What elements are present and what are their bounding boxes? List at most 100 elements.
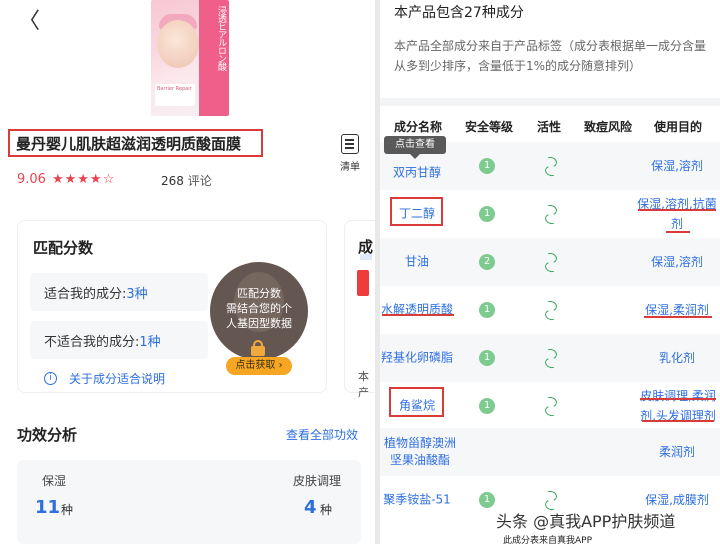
header-safety: 安全等级 — [465, 120, 514, 134]
effect-analysis-title: 功效分析 — [17, 424, 103, 445]
lock-body — [251, 346, 265, 356]
next-card-highlight — [360, 254, 372, 260]
safety-badge: 2 — [479, 254, 495, 270]
annotation-underline — [666, 231, 690, 233]
about-suitability-link[interactable]: i 关于成分适合说明 — [44, 370, 165, 387]
suitable-label: 适合我的成分: — [44, 286, 127, 302]
annotation-underline — [640, 398, 716, 400]
table-row[interactable]: 甘油 2 保湿,溶剂 — [380, 238, 720, 286]
suitable-ingredients-row[interactable]: 适合我的成分: 3种 — [30, 273, 208, 311]
product-image-band-text: 浸透ヒアルロン酸 — [216, 6, 226, 70]
review-count-number: 268 — [161, 174, 184, 188]
annotation-underline — [642, 420, 714, 422]
dna-shape — [543, 205, 557, 223]
product-image-baby — [157, 20, 199, 68]
product-name: 曼丹婴儿肌肤超滋润透明质酸面膜 — [16, 134, 242, 153]
effect-title-text: 功效分析 — [17, 426, 78, 444]
rating-score: 9.06 — [17, 172, 46, 187]
view-all-effects-link[interactable]: 查看全部功效 — [286, 426, 358, 443]
header-purpose: 使用目的 — [654, 120, 703, 134]
dna-shape — [543, 397, 557, 415]
annotation-underline — [638, 209, 716, 211]
annotation-underline — [644, 316, 712, 318]
annotation-box — [389, 387, 444, 417]
safety-badge: 1 — [479, 206, 495, 222]
tooltip: 点击查看 — [384, 136, 446, 159]
product-image-label: Barrier Repair — [155, 84, 195, 106]
ingredient-purpose: 保湿,溶剂 — [651, 159, 703, 173]
match-score-title-text: 匹配分数 — [33, 239, 94, 257]
info-icon: i — [44, 372, 57, 385]
dna-shape — [543, 491, 557, 509]
overlay-line-3: 人基因型数据 — [226, 317, 292, 330]
ingredient-purpose: 柔润剂 — [658, 445, 695, 459]
header-name: 成分名称 — [394, 120, 443, 134]
safety-badge: 1 — [479, 302, 495, 318]
ingredient-name[interactable]: 羟基化卵磷脂 — [380, 350, 454, 367]
list-icon — [341, 134, 359, 154]
dna-icon — [543, 205, 557, 223]
ingredient-name[interactable]: 植物甾醇澳洲坚果油酸酯 — [380, 435, 460, 469]
caption: 此成分表来自真我APP — [503, 536, 593, 544]
effect-unit: 种 — [320, 503, 333, 517]
ingredients-title-text: 本产品包含27种成分 — [394, 5, 524, 21]
product-name-highlight: 曼丹婴儿肌肤超滋润透明质酸面膜 — [8, 129, 263, 157]
dna-shape — [543, 349, 557, 367]
review-count[interactable]: 268 评论 — [161, 172, 212, 189]
annotation-underline — [382, 314, 454, 316]
product-image: 浸透ヒアルロン酸 Barrier Repair — [151, 0, 229, 116]
ingredients-title: 本产品包含27种成分 — [394, 2, 526, 22]
ingredient-name[interactable]: 聚季铵盐-51 — [380, 492, 454, 509]
ingredient-purpose: 保湿,成膜剂 — [645, 493, 709, 507]
dna-icon — [543, 397, 557, 415]
next-card-sub: 本产 — [358, 370, 369, 399]
effect-value: 4 — [304, 497, 317, 518]
dna-icon — [543, 349, 557, 367]
about-suitability-text: 关于成分适合说明 — [69, 372, 166, 386]
unlock-button[interactable]: 点击获取 › — [226, 357, 292, 375]
product-detail-panel: 〈 浸透ヒアルロン酸 Barrier Repair 曼丹婴儿肌肤超滋润透明质酸面… — [0, 0, 375, 544]
header-active: 活性 — [537, 120, 562, 134]
rating-stars: ★★★★☆ — [51, 172, 116, 187]
overlay-line-1: 匹配分数 — [237, 287, 281, 300]
unsuitable-ingredients-row[interactable]: 不适合我的成分: 1种 — [30, 321, 208, 359]
header-acne-risk: 致痘风险 — [584, 120, 633, 134]
effect-name: 保湿 — [42, 474, 67, 488]
ingredient-name[interactable]: 甘油 — [380, 254, 454, 271]
dna-shape — [543, 301, 557, 319]
ingredients-description: 本产品全部成分来自于产品标签（成分表根据单一成分含量从多到少排序，含量低于1%的… — [394, 39, 707, 73]
dna-icon — [543, 491, 557, 509]
effect-value: 11 — [35, 497, 61, 518]
safety-badge: 1 — [479, 398, 495, 414]
list-button[interactable]: 清单 — [337, 134, 363, 173]
watermark: 头条 @真我APP护肤频道 — [496, 512, 676, 531]
dna-shape — [543, 157, 557, 175]
back-icon[interactable]: 〈 — [18, 11, 42, 36]
dna-shape — [543, 253, 557, 271]
next-card-badge — [357, 270, 369, 296]
lock-icon — [249, 340, 267, 356]
overlay-line-2: 需结合您的个 — [226, 302, 292, 315]
ingredients-panel: 本产品包含27种成分 本产品全部成分来自于产品标签（成分表根据单一成分含量从多到… — [380, 0, 720, 544]
annotation-box — [390, 197, 443, 226]
safety-badge: 1 — [479, 492, 495, 508]
table-row[interactable]: 羟基化卵磷脂 1 乳化剂 — [380, 334, 720, 382]
dna-icon — [543, 157, 557, 175]
safety-badge: 1 — [479, 158, 495, 174]
section-separator — [380, 98, 720, 106]
ingredient-purpose: 保湿,溶剂,抗菌剂 — [637, 197, 717, 231]
suitable-value: 3种 — [126, 286, 148, 302]
table-row[interactable]: 水解透明质酸 1 保湿,柔润剂 — [380, 286, 720, 334]
ingredient-name[interactable]: 双丙甘醇 — [380, 164, 454, 181]
effect-unit: 种 — [61, 503, 74, 517]
rating: 9.06 ★★★★☆ — [17, 172, 115, 187]
table-row[interactable]: 植物甾醇澳洲坚果油酸酯 柔润剂 — [380, 428, 720, 476]
list-label: 清单 — [340, 162, 360, 173]
ingredient-purpose: 乳化剂 — [658, 351, 695, 365]
safety-badge: 1 — [479, 350, 495, 366]
match-overlay-text: 匹配分数 需结合您的个 人基因型数据 — [210, 286, 308, 331]
effect-name: 皮肤调理 — [293, 474, 342, 488]
dna-icon — [543, 253, 557, 271]
unsuitable-value: 1种 — [139, 334, 161, 350]
unsuitable-label: 不适合我的成分: — [44, 334, 140, 350]
